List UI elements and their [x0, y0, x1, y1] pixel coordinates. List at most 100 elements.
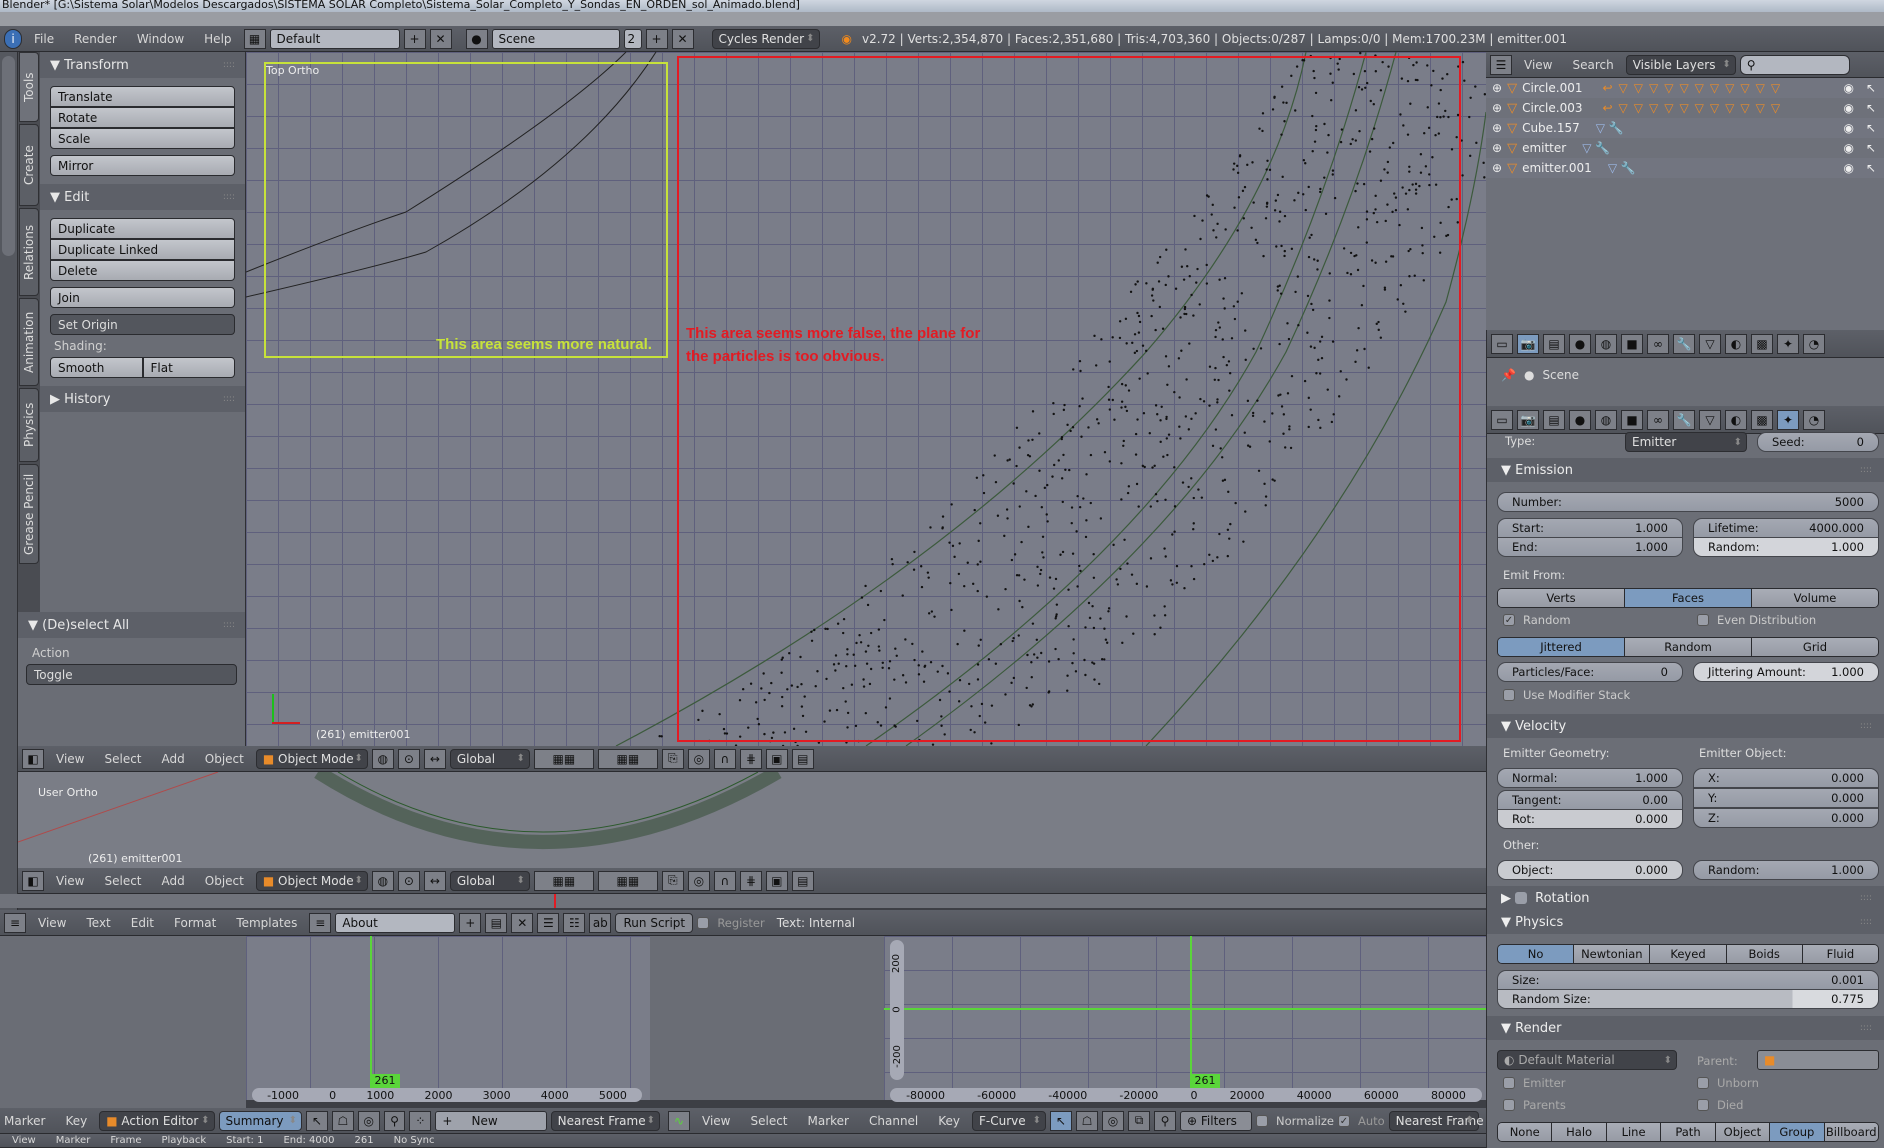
graph-editor-icon[interactable]: ∿: [668, 1110, 690, 1131]
menu-add[interactable]: Add: [154, 752, 193, 766]
eye-icon[interactable]: ◉: [1844, 121, 1854, 135]
menu-frame[interactable]: Frame: [102, 1135, 149, 1146]
render-unborn-checkbox[interactable]: Unborn: [1697, 1076, 1759, 1090]
menu-marker[interactable]: Marker: [4, 1114, 53, 1128]
scrollbar[interactable]: [2, 56, 15, 256]
line-numbers-icon[interactable]: ☰: [537, 912, 560, 933]
shading-icon[interactable]: ◍: [371, 748, 394, 769]
menu-file[interactable]: File: [26, 32, 62, 46]
dist-grid[interactable]: Grid: [1752, 638, 1878, 656]
velocity-random-field[interactable]: Random: 1.000: [1693, 860, 1879, 880]
render-tab-icon[interactable]: 📷: [1517, 333, 1539, 354]
filter-search-icon[interactable]: ⚲: [383, 1110, 406, 1131]
menu-view[interactable]: View: [48, 874, 92, 888]
material-dropdown[interactable]: ◐ Default Material: [1497, 1050, 1677, 1070]
render-none[interactable]: None: [1498, 1123, 1553, 1141]
editor-type-icon[interactable]: ◧: [22, 870, 44, 891]
number-field[interactable]: Number: 5000: [1497, 492, 1879, 512]
dopesheet-playhead[interactable]: 261: [370, 1074, 400, 1088]
outliner-item[interactable]: ⊕ ▽ emitter ▽ 🔧 ◉ ↖: [1486, 138, 1884, 158]
data-tab-icon[interactable]: ▽: [1699, 409, 1721, 430]
texture-tab-icon[interactable]: ▩: [1751, 333, 1773, 354]
rotation-checkbox[interactable]: [1515, 892, 1528, 904]
duplicate-button[interactable]: Duplicate: [50, 218, 235, 239]
manipulator-icon[interactable]: ↔: [423, 870, 446, 891]
random-checkbox[interactable]: ✓ Random: [1503, 613, 1571, 627]
lock-camera-icon[interactable]: ⎘: [661, 748, 684, 769]
outliner-item[interactable]: ⊕ ▽ Circle.003 ↩▽▽▽▽▽▽▽▽▽▽▽ ◉ ↖: [1486, 98, 1884, 118]
render-anim-icon[interactable]: ▤: [791, 748, 814, 769]
rot-slider[interactable]: Rot: 0.000: [1497, 809, 1683, 829]
expand-icon[interactable]: ⊕: [1492, 121, 1502, 135]
editor-type-icon[interactable]: ◧: [22, 748, 44, 769]
object-velocity-slider[interactable]: Object: 0.000: [1497, 860, 1683, 880]
tab-tools[interactable]: Tools: [19, 52, 39, 122]
menu-templates[interactable]: Templates: [228, 916, 305, 930]
lifetime-field[interactable]: Lifetime: 4000.000: [1693, 518, 1879, 538]
action-browse-icon[interactable]: ⁘: [409, 1110, 432, 1131]
emit-verts[interactable]: Verts: [1498, 589, 1625, 607]
menu-render[interactable]: Render: [66, 32, 125, 46]
manipulator-icon[interactable]: ↔: [423, 748, 446, 769]
smooth-button[interactable]: Smooth: [50, 357, 143, 378]
item-name[interactable]: Circle.001: [1522, 81, 1582, 95]
sync-dropdown[interactable]: No Sync: [386, 1135, 443, 1146]
eye-icon[interactable]: ◉: [1844, 101, 1854, 115]
mode-dropdown[interactable]: ■ Object Mode: [255, 748, 368, 769]
menu-channel[interactable]: Channel: [861, 1114, 926, 1128]
render-emitter-checkbox[interactable]: Emitter: [1503, 1076, 1566, 1090]
end-field[interactable]: End: 1.000: [1497, 537, 1683, 557]
duplicate-linked-button[interactable]: Duplicate Linked: [50, 239, 235, 260]
add-layout-icon[interactable]: +: [403, 28, 426, 49]
snap-element-icon[interactable]: ⋕: [739, 870, 762, 891]
item-name[interactable]: Cube.157: [1522, 121, 1580, 135]
new-action-button[interactable]: + New: [435, 1110, 547, 1131]
material-tab-icon[interactable]: ◐: [1725, 333, 1747, 354]
pivot-icon[interactable]: ⊙: [397, 870, 420, 891]
delete-button[interactable]: Delete: [50, 260, 235, 281]
set-origin-dropdown[interactable]: Set Origin: [50, 314, 235, 335]
scene-icon[interactable]: ●: [465, 28, 488, 49]
physics-tab-icon[interactable]: ◔: [1803, 333, 1825, 354]
end-frame-field[interactable]: End: 4000: [275, 1135, 342, 1146]
snap-icon[interactable]: ∩: [713, 748, 736, 769]
random-size-slider[interactable]: Random Size: 0.775: [1497, 989, 1879, 1009]
scale-button[interactable]: Scale: [50, 128, 235, 149]
eye-icon[interactable]: ◉: [1844, 141, 1854, 155]
render-billboard[interactable]: Billboard: [1824, 1123, 1878, 1141]
even-distribution-checkbox[interactable]: Even Distribution: [1697, 613, 1816, 627]
modifiers-tab-icon[interactable]: 🔧: [1673, 333, 1695, 354]
menu-select[interactable]: Select: [742, 1114, 795, 1128]
current-frame-field[interactable]: 261: [347, 1135, 382, 1146]
jittering-amount-slider[interactable]: Jittering Amount: 1.000: [1693, 662, 1879, 682]
scene-tab-icon[interactable]: ●: [1569, 333, 1591, 354]
select-icon[interactable]: ↖: [1866, 81, 1876, 95]
scene-tab-icon[interactable]: ●: [1569, 409, 1591, 430]
auto-checkbox[interactable]: ✓ Auto: [1337, 1114, 1385, 1128]
menu-view[interactable]: View: [30, 916, 74, 930]
render-still-icon[interactable]: ▣: [765, 748, 788, 769]
eye-icon[interactable]: ◉: [1844, 81, 1854, 95]
tab-create[interactable]: Create: [19, 124, 39, 206]
pin-icon[interactable]: 📌: [1501, 368, 1516, 382]
size-field[interactable]: Size: 0.001: [1497, 970, 1879, 990]
panel-history[interactable]: ▶ History: [40, 386, 245, 412]
menu-search[interactable]: Search: [1564, 58, 1621, 72]
text-browse-icon[interactable]: ≡: [309, 912, 332, 933]
select-icon[interactable]: ↖: [1866, 101, 1876, 115]
particles-per-face-field[interactable]: Particles/Face: 0: [1497, 662, 1683, 682]
menu-window[interactable]: Window: [129, 32, 192, 46]
show-hidden-icon[interactable]: ☖: [1076, 1110, 1099, 1131]
open-text-icon[interactable]: ▤: [485, 912, 508, 933]
menu-select[interactable]: Select: [96, 874, 149, 888]
layout-icon[interactable]: ▦: [243, 28, 266, 49]
item-name[interactable]: emitter.001: [1522, 161, 1592, 175]
layers-2-icon[interactable]: ▦▦: [597, 870, 658, 891]
render-tab-icon[interactable]: 📷: [1517, 409, 1539, 430]
object-tab-icon[interactable]: ■: [1621, 333, 1643, 354]
mini-timeline[interactable]: [0, 894, 1486, 908]
layers-tab-icon[interactable]: ▤: [1543, 333, 1565, 354]
physics-no[interactable]: No: [1498, 945, 1575, 963]
physics-fluid[interactable]: Fluid: [1802, 945, 1878, 963]
only-errors-icon[interactable]: ◎: [357, 1110, 380, 1131]
